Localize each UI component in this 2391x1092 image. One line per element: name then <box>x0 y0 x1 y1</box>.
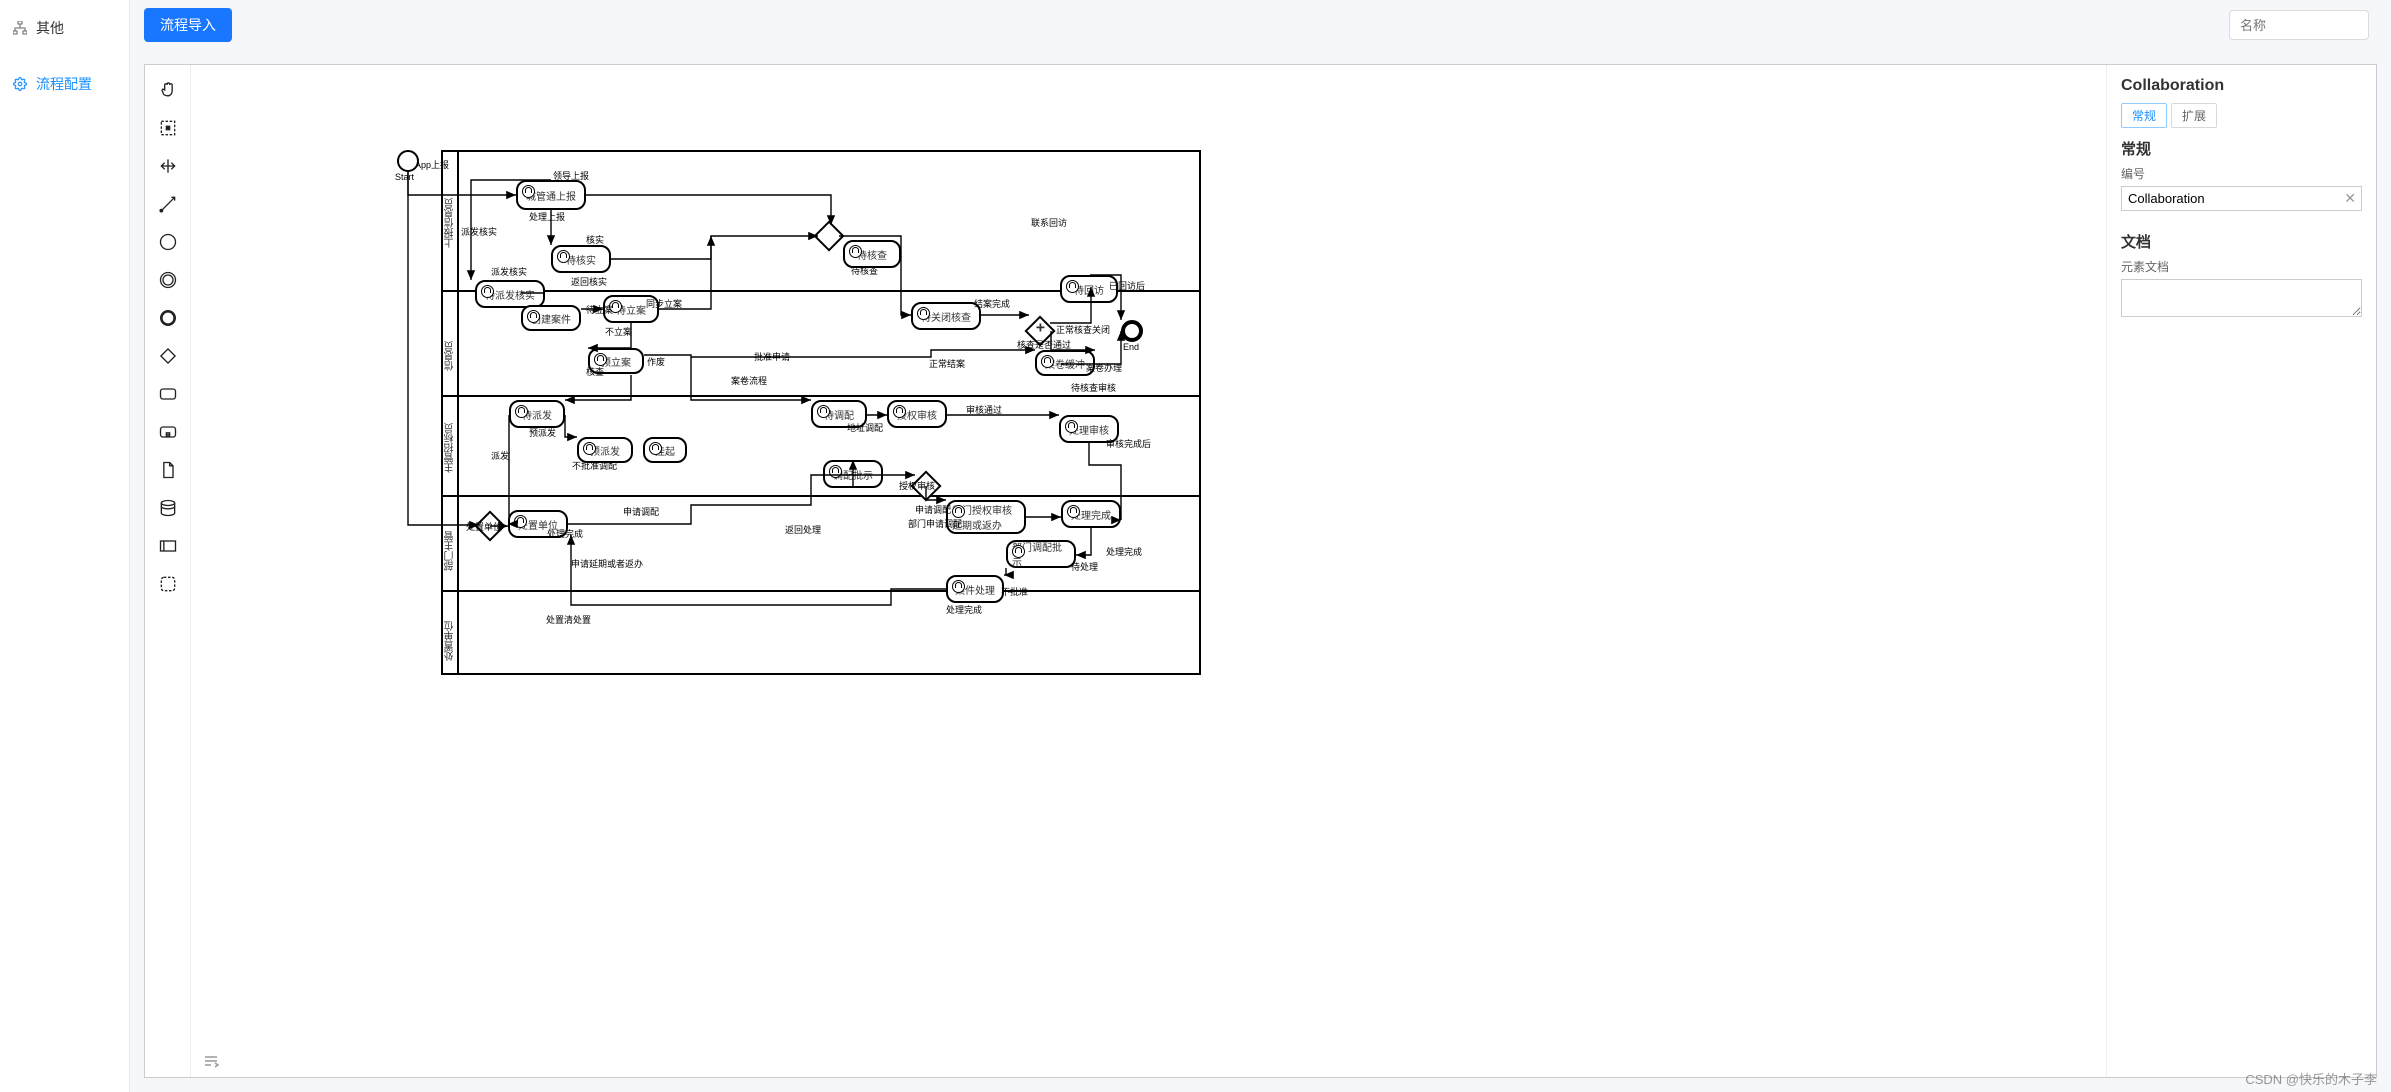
sequence-flow-label: 待处理 <box>1071 560 1098 573</box>
sequence-flow-label: 结案完成 <box>974 297 1010 310</box>
user-task[interactable]: 授权审核 <box>887 400 947 428</box>
sequence-flow-label: 处理上报 <box>529 210 565 223</box>
sequence-flow-label: 处理完成 <box>1106 545 1142 558</box>
user-task[interactable]: 待关闭核查 <box>911 302 981 330</box>
sequence-flow-label: 申请延期或者返办 <box>571 557 643 570</box>
sequence-flow-label: 派发核实 <box>461 225 497 238</box>
sequence-flow-label: 待核查 <box>851 264 878 277</box>
sequence-flow-label: 派发 <box>491 449 509 462</box>
sequence-flow-label: 审核通过 <box>966 403 1002 416</box>
sequence-flow-label: 处置清处置 <box>546 613 591 626</box>
sidebar-item-other[interactable]: 其他 <box>0 10 129 46</box>
palette-hand-tool[interactable] <box>145 71 190 109</box>
field-doc-label: 元素文档 <box>2121 258 2362 275</box>
section-normal-title: 常规 <box>2121 138 2362 159</box>
sequence-flow-label: 核查是否通过 <box>1017 338 1071 351</box>
end-event[interactable] <box>1121 320 1143 342</box>
palette-group[interactable] <box>145 565 190 603</box>
sequence-flow-label: 已回访后 <box>1109 279 1145 292</box>
sequence-flow-label: 部门申请调配 <box>908 517 962 530</box>
bpmn-palette <box>145 65 191 1077</box>
sequence-flow-label: 领导上报 <box>553 169 589 182</box>
palette-space-tool[interactable] <box>145 147 190 185</box>
palette-start-event[interactable] <box>145 223 190 261</box>
field-id-input[interactable] <box>2121 186 2362 211</box>
sequence-flow-label: 返回处理 <box>785 523 821 536</box>
user-task[interactable]: 部门调配批示 <box>1006 540 1076 568</box>
field-doc-textarea[interactable] <box>2121 279 2362 317</box>
sequence-flow-label: 联系回访 <box>1031 216 1067 229</box>
palette-connect-tool[interactable] <box>145 185 190 223</box>
user-task[interactable]: 调配批示 <box>823 460 883 488</box>
sequence-flow-label: 核查 <box>586 365 604 378</box>
tab-extension[interactable]: 扩展 <box>2171 103 2217 128</box>
sequence-flow-label: 正常结案 <box>929 357 965 370</box>
palette-subprocess[interactable] <box>145 413 190 451</box>
sequence-flow-label: 正常核查关闭 <box>1056 323 1110 336</box>
sequence-flow-label: 审核完成后 <box>1106 437 1151 450</box>
palette-lasso-tool[interactable] <box>145 109 190 147</box>
sequence-flow-label: 派发核实 <box>491 265 527 278</box>
import-process-button[interactable]: 流程导入 <box>144 8 232 42</box>
sidebar-item-process-config[interactable]: 流程配置 <box>0 66 129 102</box>
sequence-flow-label: 处理完成 <box>547 527 583 540</box>
sequence-flow-label: 不批准 <box>1001 585 1028 598</box>
lane-label: 处置单位 <box>443 605 458 661</box>
user-task[interactable]: 创建案件 <box>521 305 581 331</box>
sequence-flow-label: 返回核实 <box>571 275 607 288</box>
sitemap-icon <box>12 20 28 36</box>
sequence-flow-label: 不立案 <box>605 325 632 338</box>
palette-participant[interactable] <box>145 527 190 565</box>
user-task[interactable]: 待核实 <box>551 245 611 273</box>
main-area: 流程导入 上报信息员信息员主管招标员部门主管处置单位St <box>130 0 2391 1092</box>
left-sidebar: 其他 流程配置 <box>0 0 130 1092</box>
lane-label: 信息员 <box>443 315 458 371</box>
bpmn-canvas[interactable]: 上报信息员信息员主管招标员部门主管处置单位StartApp上报End城管通上报待… <box>191 65 2106 1077</box>
palette-task[interactable] <box>145 375 190 413</box>
sequence-flow-label: 核实 <box>586 233 604 246</box>
sequence-flow-label: 批准申请 <box>754 350 790 363</box>
properties-panel: Collaboration 常规 扩展 常规 编号 ✕ 文档 元素文档 <box>2106 65 2376 1077</box>
sequence-flow-label: 案卷办理 <box>1086 361 1122 374</box>
user-task[interactable]: 挂起 <box>643 437 687 463</box>
sequence-flow-label: 作废 <box>647 355 665 368</box>
lane-label: 部门主管 <box>443 515 458 571</box>
palette-gateway[interactable] <box>145 337 190 375</box>
user-task[interactable]: 待派发 <box>509 400 565 428</box>
palette-intermediate-event[interactable] <box>145 261 190 299</box>
gear-icon <box>12 76 28 92</box>
collapse-icon[interactable] <box>203 1054 219 1071</box>
lane-label: 上报信息员 <box>443 192 458 248</box>
sequence-flow-label: 申请调配 <box>915 503 951 516</box>
user-task[interactable]: 案件处理 <box>946 575 1004 603</box>
sequence-flow-label: 待核查审核 <box>1071 381 1116 394</box>
user-task[interactable]: 待派发核实 <box>475 280 545 308</box>
field-id-label: 编号 <box>2121 165 2362 182</box>
user-task[interactable]: 处理完成 <box>1061 500 1121 528</box>
sequence-flow-label: 处理完成 <box>946 603 982 616</box>
topbar: 流程导入 <box>130 0 2391 50</box>
props-title: Collaboration <box>2121 77 2362 95</box>
palette-data-object[interactable] <box>145 451 190 489</box>
sequence-flow-label: 不批准调配 <box>572 459 617 472</box>
sequence-flow-label: 同步立案 <box>646 297 682 310</box>
sequence-flow-label: 授权审核 <box>899 479 935 492</box>
palette-end-event[interactable] <box>145 299 190 337</box>
sidebar-item-label: 流程配置 <box>36 74 92 94</box>
sidebar-item-label: 其他 <box>36 18 64 38</box>
clear-icon[interactable]: ✕ <box>2344 190 2356 207</box>
tab-normal[interactable]: 常规 <box>2121 103 2167 128</box>
user-task[interactable]: 城管通上报 <box>516 180 586 210</box>
sequence-flow-label: 申请调配 <box>623 505 659 518</box>
sequence-flow-label: 预派发 <box>529 426 556 439</box>
name-input[interactable] <box>2229 10 2369 40</box>
sequence-flow-label: 待立案 <box>586 303 613 316</box>
lane-label: 主管招标员 <box>443 417 458 473</box>
palette-data-store[interactable] <box>145 489 190 527</box>
sequence-flow-label: 处置单位 <box>466 520 502 533</box>
section-doc-title: 文档 <box>2121 231 2362 252</box>
sequence-flow-label: 地址调配 <box>847 421 883 434</box>
sequence-flow-label: 案卷流程 <box>731 374 767 387</box>
